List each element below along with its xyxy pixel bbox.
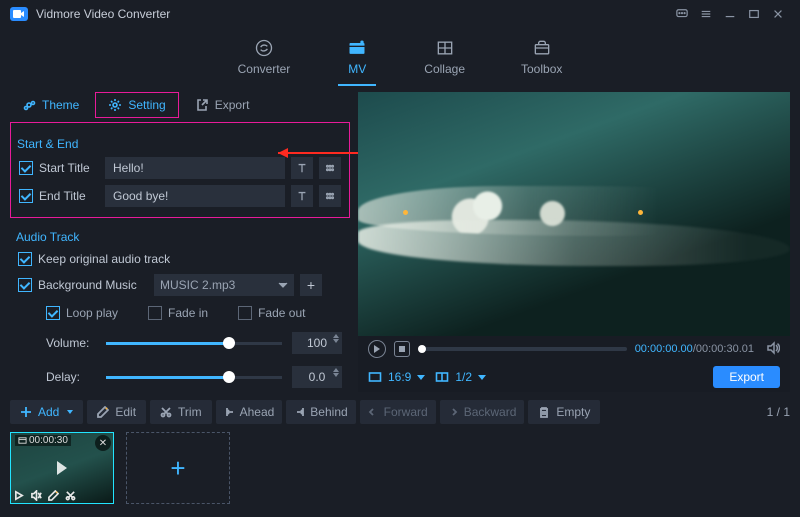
clip-tool-icons [14,490,76,501]
feedback-icon[interactable] [670,4,694,24]
volume-slider[interactable] [106,342,282,345]
sub-tabs: Theme Setting Export [10,92,350,118]
start-title-checkbox[interactable] [19,161,33,175]
bgm-checkbox[interactable] [18,278,32,292]
seek-bar[interactable] [418,347,627,351]
backward-button[interactable]: Backward [440,400,525,424]
top-nav: Converter MV Collage Toolbox [0,28,800,88]
fadein-label: Fade in [168,306,208,320]
ahead-button[interactable]: Ahead [216,400,283,424]
keep-audio-label: Keep original audio track [38,252,170,266]
clip-remove-icon[interactable] [95,435,111,451]
bgm-selected: MUSIC 2.mp3 [160,278,235,292]
end-title-font-button[interactable] [291,185,313,207]
tab-theme-label: Theme [42,98,79,112]
preview-panel: 00:00:00.00/00:00:30.01 16:9 1/2 Export [358,92,790,392]
trim-button[interactable]: Trim [150,400,212,424]
end-title-checkbox[interactable] [19,189,33,203]
empty-button[interactable]: Empty [528,400,600,424]
player-controls: 00:00:00.00/00:00:30.01 [358,336,790,362]
fade-out-checkbox[interactable]: Fade out [238,306,305,320]
clip-play-icon [57,461,67,475]
maximize-icon[interactable] [742,4,766,24]
bgm-add-button[interactable]: + [300,274,322,296]
nav-mv-label: MV [348,62,366,76]
tab-theme[interactable]: Theme [10,92,91,118]
video-preview[interactable] [358,92,790,336]
menu-icon[interactable] [694,4,718,24]
add-button[interactable]: Add [10,400,83,424]
tab-setting[interactable]: Setting [95,92,178,118]
tab-export[interactable]: Export [183,92,262,118]
add-clip-button[interactable]: + [126,432,230,504]
clip-thumbnail[interactable]: 00:00:30 [10,432,114,504]
stop-button[interactable] [394,341,410,357]
preview-options: 16:9 1/2 Export [358,362,790,392]
annotation-arrow [278,152,368,154]
audio-section: Audio Track Keep original audio track Ba… [10,218,350,392]
app-logo [10,7,28,21]
behind-button[interactable]: Behind [286,400,355,424]
clip-trim-icon[interactable] [65,490,76,501]
bgm-label: Background Music [38,278,148,292]
forward-button[interactable]: Forward [360,400,436,424]
loop-play-checkbox[interactable]: Loop play [46,306,118,320]
start-end-heading: Start & End [17,137,341,151]
nav-collage[interactable]: Collage [416,34,473,86]
tool-row: Add Edit Trim Ahead Behind Forward Backw… [0,392,800,428]
app-title: Vidmore Video Converter [36,7,170,21]
delay-label: Delay: [46,370,96,384]
fade-in-checkbox[interactable]: Fade in [148,306,208,320]
nav-converter[interactable]: Converter [230,34,299,86]
start-title-font-button[interactable] [291,157,313,179]
nav-toolbox[interactable]: Toolbox [513,34,570,86]
pager: 1 / 1 [767,405,790,419]
loop-label: Loop play [66,306,118,320]
clip-duration: 00:00:30 [15,435,71,446]
keep-audio-checkbox[interactable] [18,252,32,266]
start-title-more-button[interactable] [319,157,341,179]
edit-button[interactable]: Edit [87,400,146,424]
start-end-section: Start & End Start Title End Title [10,122,350,218]
aspect-ratio-dropdown[interactable]: 16:9 [368,370,425,384]
delay-slider[interactable] [106,376,282,379]
tab-setting-label: Setting [128,98,165,112]
timecode: 00:00:00.00/00:00:30.01 [635,343,754,355]
volume-icon[interactable] [766,341,780,358]
fadeout-label: Fade out [258,306,305,320]
audio-heading: Audio Track [16,230,342,244]
titlebar: Vidmore Video Converter [0,0,800,28]
delay-value[interactable]: 0.0 [292,366,342,388]
nav-converter-label: Converter [238,62,291,76]
start-title-input[interactable] [105,157,285,179]
bgm-dropdown[interactable]: MUSIC 2.mp3 [154,274,294,296]
clip-mute-icon[interactable] [31,490,42,501]
minimize-icon[interactable] [718,4,742,24]
volume-label: Volume: [46,336,96,350]
volume-value[interactable]: 100 [292,332,342,354]
clip-edit-icon[interactable] [48,490,59,501]
play-button[interactable] [368,340,386,358]
close-icon[interactable] [766,4,790,24]
nav-mv[interactable]: MV [338,34,376,86]
start-title-label: Start Title [39,161,99,175]
end-title-input[interactable] [105,185,285,207]
tab-export-label: Export [215,98,250,112]
export-button[interactable]: Export [713,366,780,388]
nav-collage-label: Collage [424,62,465,76]
end-title-more-button[interactable] [319,185,341,207]
end-title-label: End Title [39,189,99,203]
clip-play-tool-icon[interactable] [14,490,25,501]
nav-toolbox-label: Toolbox [521,62,562,76]
timeline: 00:00:30 + [0,428,800,514]
left-panel: Theme Setting Export Start & End Start T… [10,92,350,392]
split-view-dropdown[interactable]: 1/2 [435,370,486,384]
